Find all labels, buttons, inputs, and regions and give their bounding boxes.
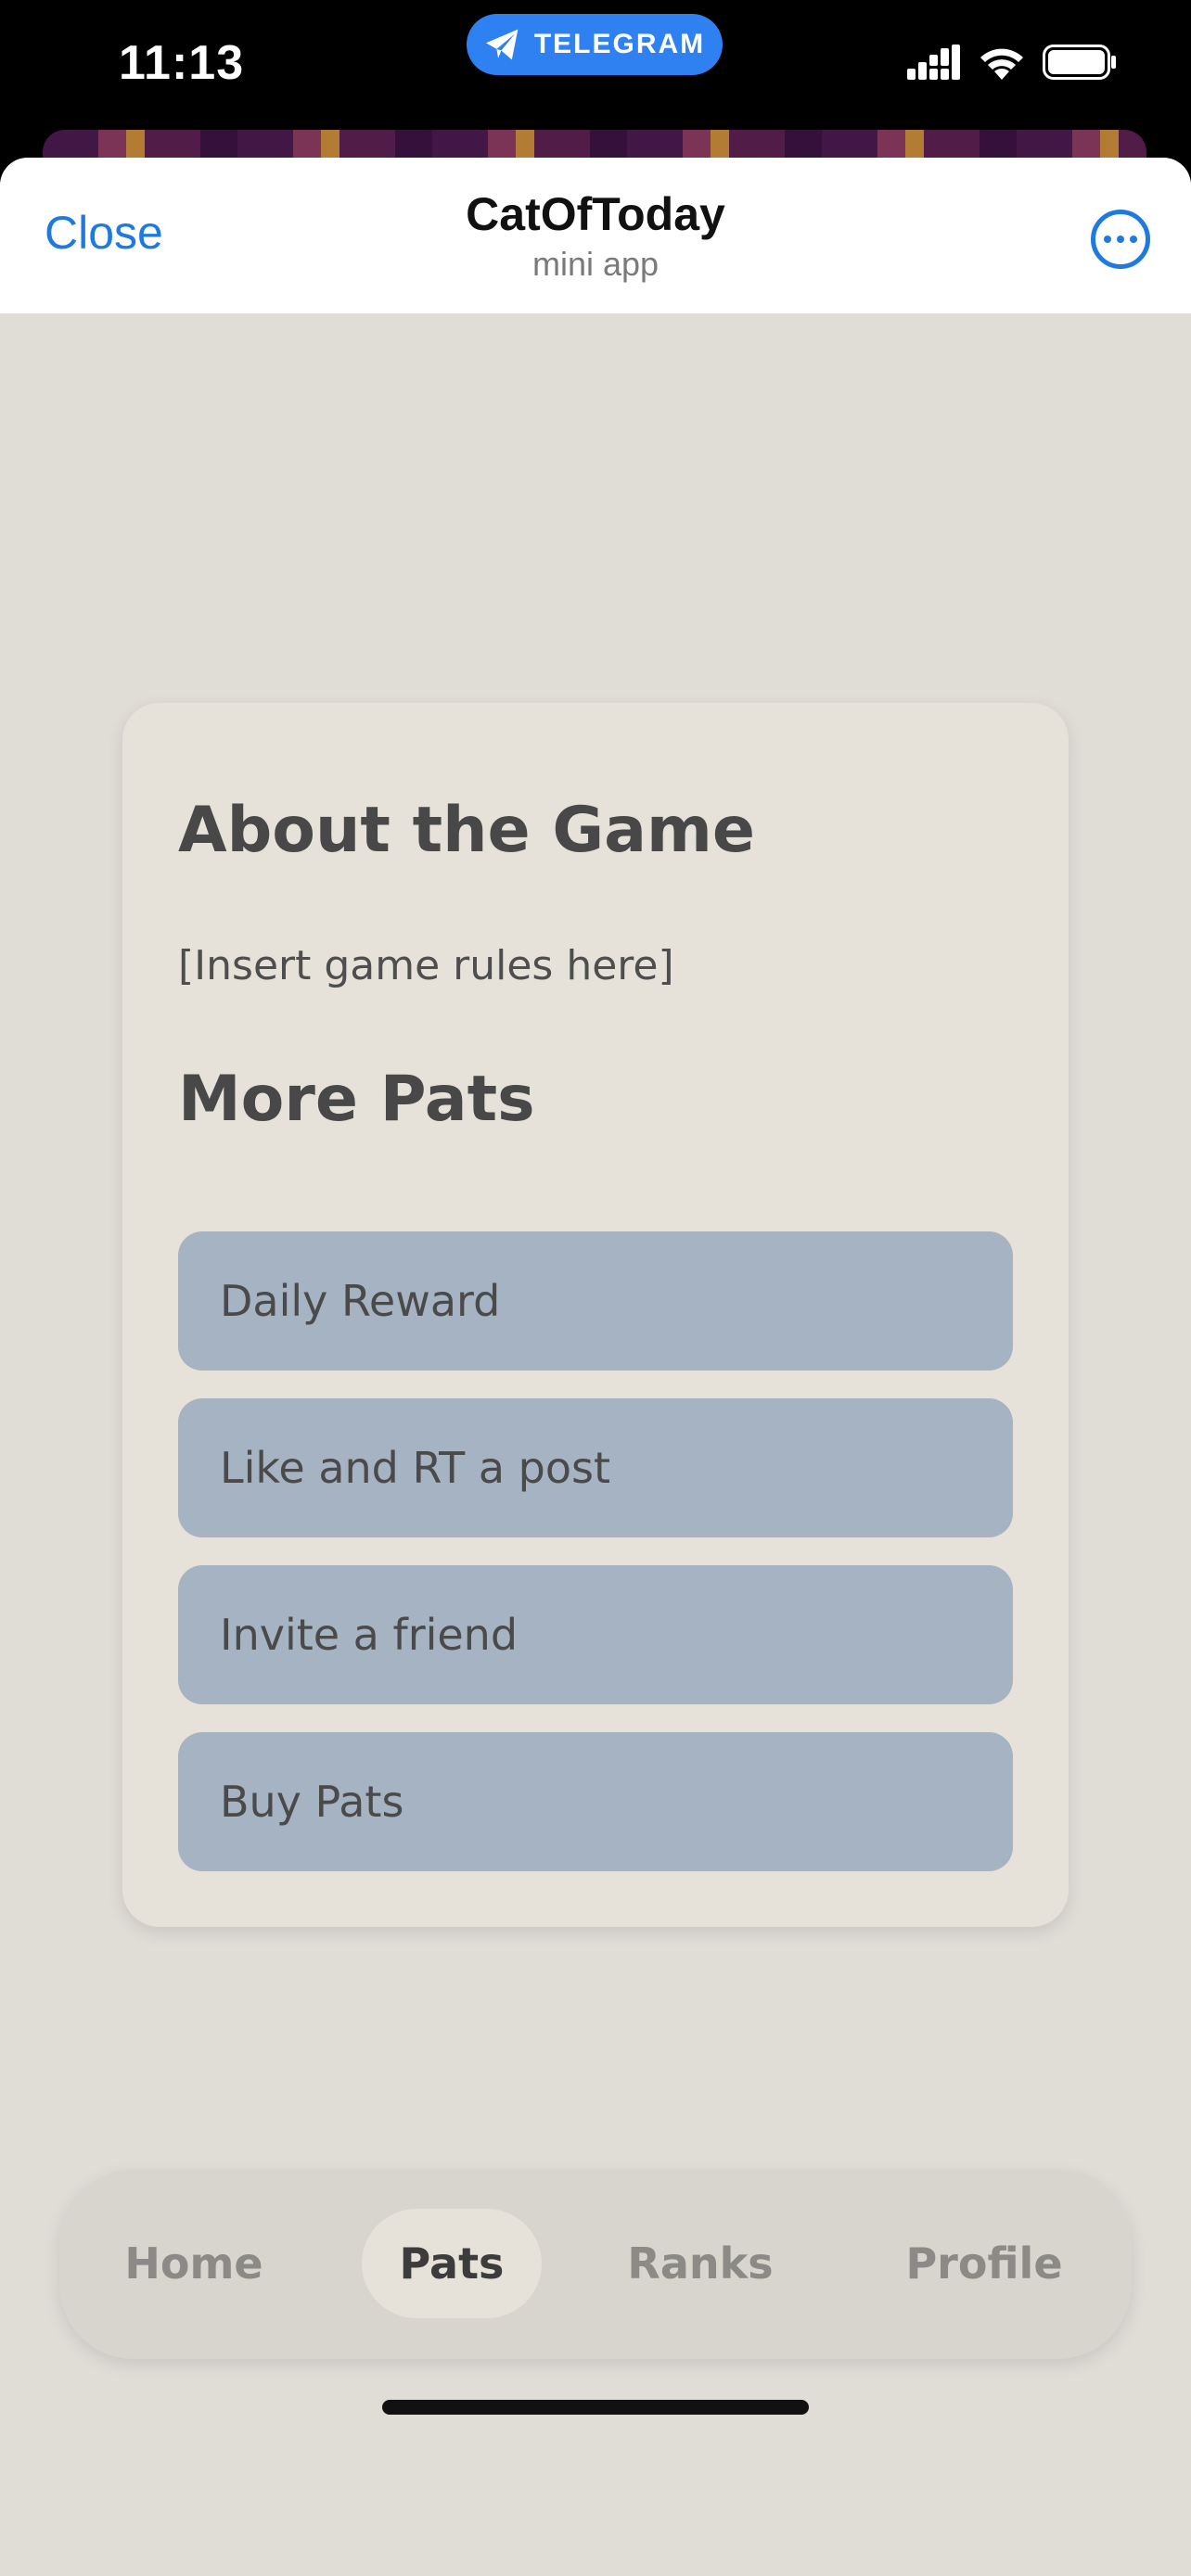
status-time: 11:13	[119, 36, 245, 90]
about-title: About the Game	[178, 794, 755, 867]
tab-pats[interactable]: Pats	[362, 2209, 542, 2318]
mini-app-sheet: Close CatOfToday mini app About the Game…	[0, 158, 1191, 2576]
battery-icon	[1043, 45, 1116, 80]
like-rt-post-button[interactable]: Like and RT a post	[178, 1398, 1013, 1537]
buy-pats-button[interactable]: Buy Pats	[178, 1732, 1013, 1871]
telegram-label: TELEGRAM	[533, 29, 706, 59]
invite-friend-button[interactable]: Invite a friend	[178, 1565, 1013, 1704]
tab-profile[interactable]: Profile	[896, 2209, 1072, 2318]
app-title: CatOfToday	[466, 188, 725, 240]
cellular-signal-icon	[907, 45, 960, 80]
wifi-icon	[980, 48, 1023, 80]
telegram-return-pill[interactable]: TELEGRAM	[467, 14, 723, 75]
status-bar: 11:13 TELEGRAM	[0, 0, 1191, 130]
app-header: Close CatOfToday mini app	[0, 158, 1191, 313]
more-dot	[1130, 236, 1137, 243]
more-pats-title: More Pats	[178, 1063, 535, 1136]
about-card: About the Game [Insert game rules here] …	[122, 703, 1069, 1927]
pats-actions: Daily Reward Like and RT a post Invite a…	[178, 1231, 1013, 1899]
daily-reward-button[interactable]: Daily Reward	[178, 1231, 1013, 1371]
more-dot	[1117, 236, 1124, 243]
app-subtitle: mini app	[531, 245, 660, 283]
telegram-plane-icon	[485, 29, 519, 60]
more-horizontal-icon	[1104, 236, 1111, 243]
status-icons	[907, 45, 1117, 80]
tab-home[interactable]: Home	[115, 2209, 273, 2318]
home-indicator[interactable]	[382, 2400, 809, 2415]
rules-text: [Insert game rules here]	[178, 942, 674, 989]
more-options-button[interactable]	[1091, 210, 1150, 269]
bottom-tab-bar: Home Pats Ranks Profile	[59, 2170, 1132, 2359]
tab-ranks[interactable]: Ranks	[621, 2209, 779, 2318]
